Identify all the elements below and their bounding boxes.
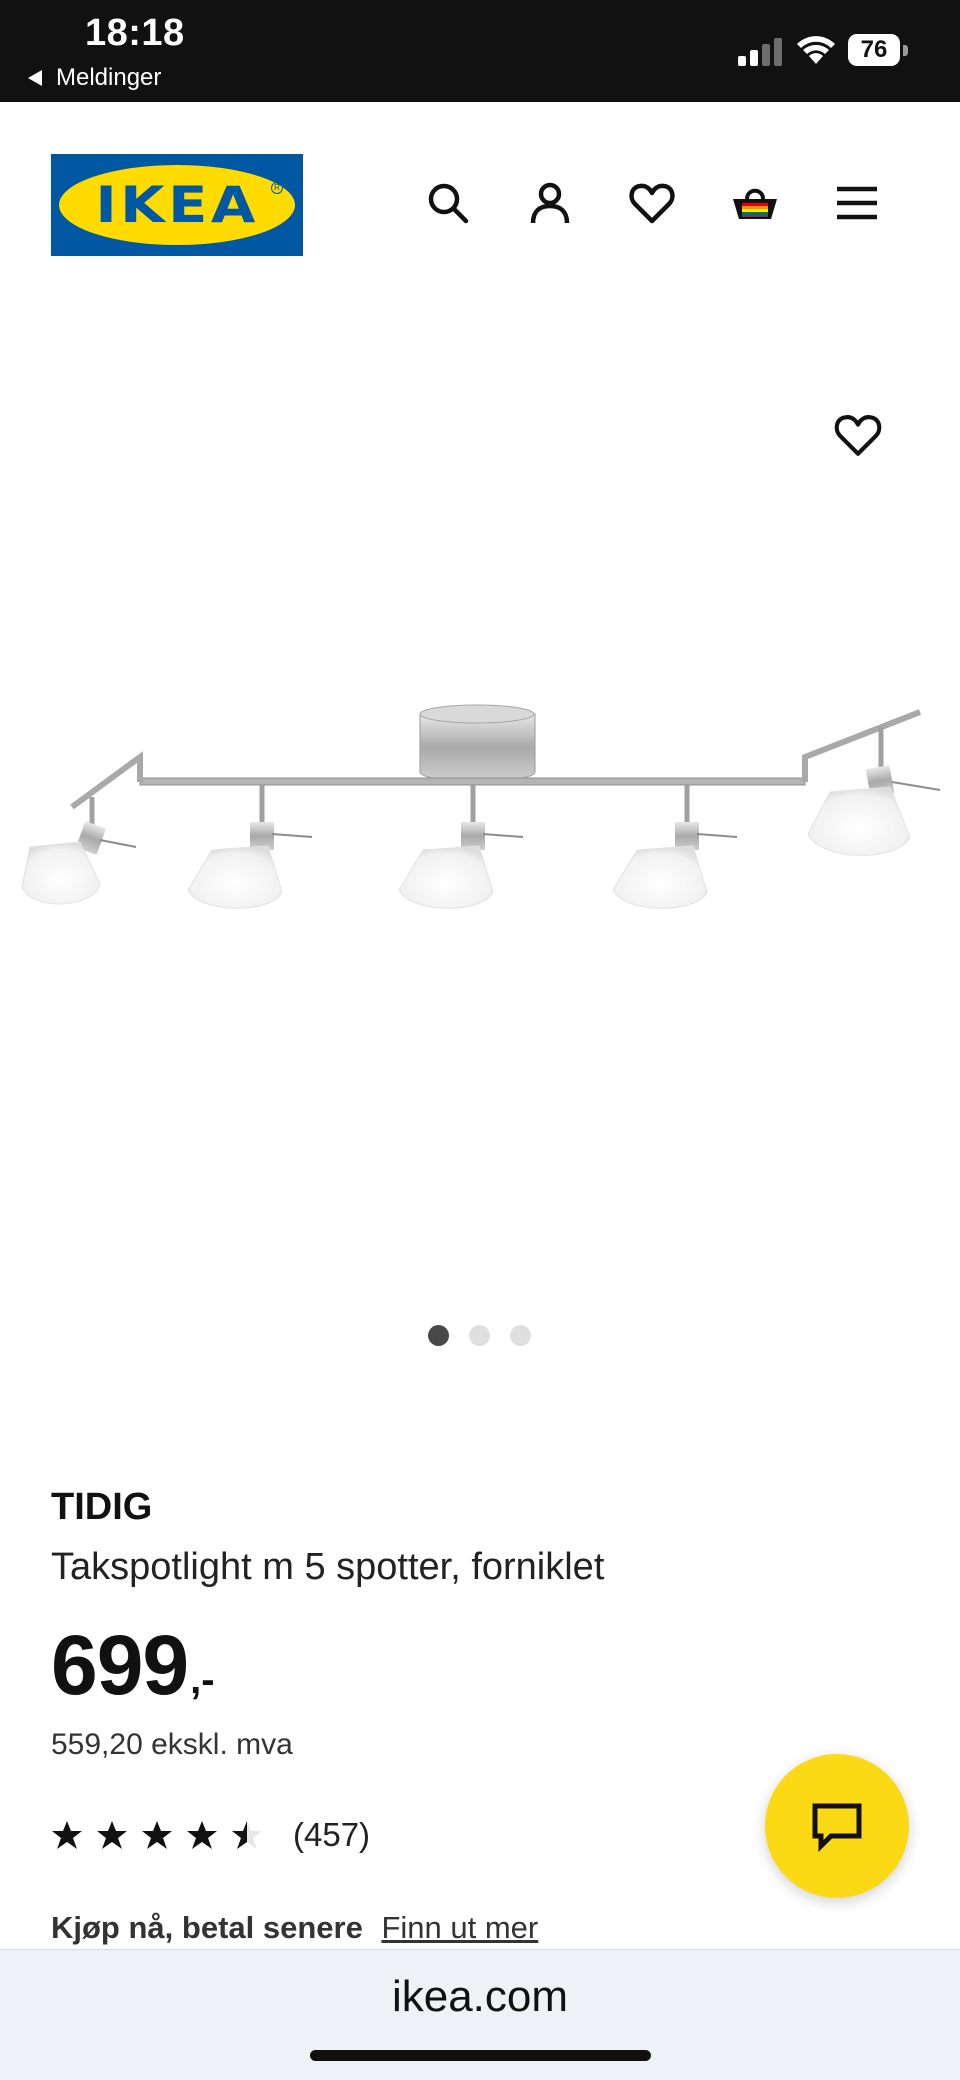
wifi-icon: [797, 36, 835, 64]
star-full-icon: [52, 1821, 82, 1849]
product-image-gallery[interactable]: [0, 302, 960, 1362]
price-excl-vat: 559,20 ekskl. mva: [51, 1728, 293, 1761]
add-to-wishlist-button[interactable]: [828, 405, 888, 465]
bnpl-learn-more-link[interactable]: Finn ut mer: [381, 1910, 538, 1945]
bnpl-label: Kjøp nå, betal senere: [51, 1910, 363, 1945]
search-button[interactable]: [420, 175, 476, 231]
price-suffix: ,-: [190, 1658, 215, 1702]
heart-outline-icon: [834, 415, 882, 456]
chat-bubble-icon: [812, 1803, 862, 1853]
profile-button[interactable]: [522, 175, 578, 231]
rating-stars: [51, 1819, 263, 1851]
ikea-logo[interactable]: IKEA R: [51, 154, 303, 256]
home-indicator[interactable]: [310, 2050, 651, 2061]
menu-button[interactable]: [829, 175, 885, 231]
product-name: TIDIG: [51, 1486, 153, 1528]
gallery-dot-1[interactable]: [428, 1325, 449, 1346]
search-icon: [428, 183, 469, 224]
wishlist-button[interactable]: [624, 175, 680, 231]
product-image: [21, 704, 941, 909]
gallery-dot-2[interactable]: [469, 1325, 490, 1346]
star-full-icon: [187, 1821, 217, 1849]
star-full-icon: [97, 1821, 127, 1849]
site-header: IKEA R: [0, 102, 960, 302]
review-count[interactable]: (457): [293, 1816, 370, 1854]
gallery-pagination: [428, 1325, 531, 1346]
star-half-icon: [232, 1821, 262, 1849]
registered-mark-icon: R: [271, 182, 283, 194]
product-rating[interactable]: (457): [51, 1816, 370, 1854]
star-full-icon: [142, 1821, 172, 1849]
heart-icon: [629, 183, 675, 224]
back-to-app-link[interactable]: Meldinger: [28, 64, 161, 92]
buy-now-pay-later: Kjøp nå, betal senere Finn ut mer: [51, 1910, 538, 1946]
logo-oval: IKEA: [59, 165, 295, 245]
logo-text: IKEA: [95, 176, 259, 234]
status-time: 18:18: [85, 12, 185, 54]
user-icon: [530, 182, 570, 224]
url-text[interactable]: ikea.com: [0, 1972, 960, 2022]
battery-level: 76: [848, 34, 900, 66]
chat-button[interactable]: [765, 1754, 909, 1898]
status-bar: 18:18 Meldinger 76: [0, 0, 960, 102]
browser-url-bar[interactable]: ikea.com: [0, 1949, 960, 2080]
back-app-label: Meldinger: [56, 64, 162, 91]
battery-indicator: 76: [848, 34, 910, 68]
basket-icon: [733, 188, 777, 219]
price-amount: 699: [51, 1618, 189, 1712]
shopping-basket-button[interactable]: [727, 175, 783, 231]
product-description: Takspotlight m 5 spotter, forniklet: [51, 1546, 605, 1588]
battery-tip: [903, 45, 908, 56]
cellular-signal-icon: [738, 38, 782, 66]
product-price: 699 ,-: [51, 1620, 215, 1710]
back-arrow-icon: [28, 70, 42, 86]
gallery-dot-3[interactable]: [510, 1325, 531, 1346]
menu-icon: [837, 186, 877, 220]
